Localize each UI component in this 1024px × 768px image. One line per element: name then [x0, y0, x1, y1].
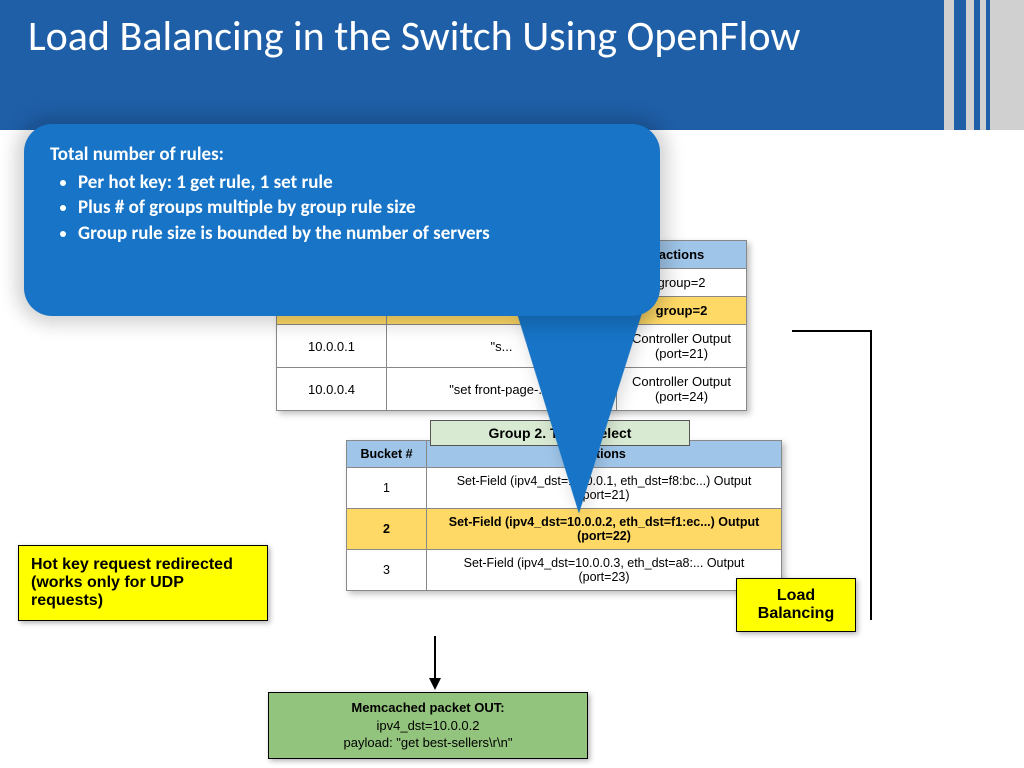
- flow-row: 10.0.0.4 "set front-page-..." Controller…: [277, 368, 747, 411]
- slide-title: Load Balancing in the Switch Using OpenF…: [0, 0, 920, 130]
- title-stripes: [920, 0, 1024, 130]
- packet-out-box: Memcached packet OUT: ipv4_dst=10.0.0.2 …: [268, 692, 588, 759]
- callout-list: Per hot key: 1 get rule, 1 set rule Plus…: [78, 170, 634, 247]
- note-load-balancing: Load Balancing: [736, 578, 856, 632]
- callout-bullet: Per hot key: 1 get rule, 1 set rule: [78, 170, 634, 196]
- group-row: 3 Set-Field (ipv4_dst=10.0.0.3, eth_dst=…: [347, 550, 782, 591]
- callout-bullet: Plus # of groups multiple by group rule …: [78, 195, 634, 221]
- packet-out-line1: ipv4_dst=10.0.0.2: [279, 717, 577, 735]
- callout-bullet: Group rule size is bounded by the number…: [78, 221, 634, 247]
- callout-header: Total number of rules:: [50, 142, 634, 168]
- packet-out-header: Memcached packet OUT:: [279, 699, 577, 717]
- group-header-bucket: Bucket #: [347, 441, 427, 468]
- note-hot-key: Hot key request redirected (works only f…: [18, 545, 268, 621]
- packet-out-line2: payload: "get best-sellers\r\n": [279, 734, 577, 752]
- arrow-group-to-packet: [434, 636, 436, 688]
- callout-bubble: Total number of rules: Per hot key: 1 ge…: [24, 124, 660, 316]
- flow-row: 10.0.0.1 "s... Controller Output (port=2…: [277, 325, 747, 368]
- arrow-flow-to-group: [792, 330, 872, 620]
